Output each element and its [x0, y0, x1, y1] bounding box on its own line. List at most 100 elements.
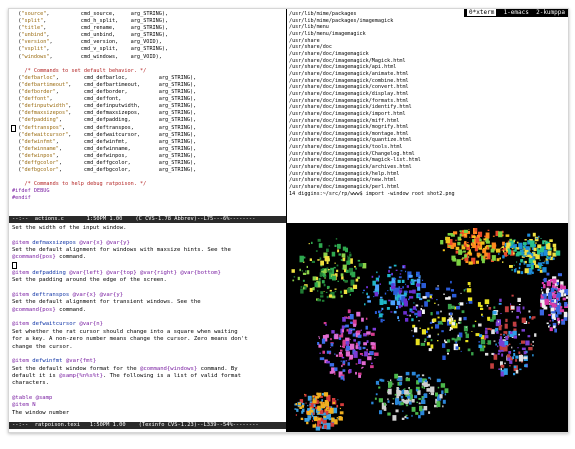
fractal-pixel: [408, 298, 410, 301]
fractal-pixel: [463, 316, 467, 321]
fractal-pixel: [505, 234, 510, 237]
window-bar-item[interactable]: 0*xterm: [467, 9, 497, 16]
fractal-pixel: [411, 311, 415, 314]
terminal-output[interactable]: /usr/lib/mime/packages/usr/lib/mime/pack…: [289, 11, 455, 197]
fractal-pixel: [556, 297, 559, 301]
code-line: ("deftranspos", cmd_deftranspos, arg_STR…: [12, 124, 197, 131]
fractal-pixel: [428, 348, 432, 352]
fractal-pixel: [405, 371, 410, 376]
fractal-pixel: [329, 289, 332, 292]
emacs-texinfo-pane[interactable]: Set the width of the input window. @item…: [9, 223, 286, 423]
fractal-pixel: [557, 303, 560, 305]
fractal-pixel: [489, 255, 491, 257]
fractal-pixel: [361, 354, 364, 356]
fractal-pixel: [492, 310, 497, 315]
fractal-pixel: [361, 317, 364, 322]
fractal-pixel: [442, 249, 445, 252]
fractal-pixel: [390, 274, 392, 276]
fractal-pixel: [480, 339, 486, 345]
fractal-pixel: [430, 344, 434, 349]
fractal-pixel: [467, 348, 471, 352]
fractal-pixel: [537, 268, 540, 271]
fractal-pixel: [459, 238, 462, 241]
fractal-pixel: [400, 402, 404, 406]
fractal-pixel: [421, 329, 426, 335]
fractal-pixel: [358, 358, 362, 364]
fractal-pixel: [415, 389, 419, 392]
texinfo-text[interactable]: Set the width of the input window. @item…: [12, 225, 248, 417]
fractal-pixel: [449, 329, 451, 331]
fractal-pixel: [509, 265, 513, 268]
fractal-pixel: [321, 399, 323, 402]
fractal-pixel: [532, 345, 534, 347]
fractal-pixel: [458, 332, 463, 338]
fractal-pixel: [470, 243, 473, 246]
fractal-pixel: [411, 400, 413, 403]
fractal-pixel: [341, 253, 346, 258]
fractal-pixel: [484, 299, 490, 305]
fractal-pixel: [496, 330, 499, 334]
emacs-actions-pane[interactable]: ("source", cmd_source, arg_STRING), ("sp…: [9, 9, 286, 223]
code-line: ("deffgcolor", cmd_deffgcolor, arg_STRIN…: [12, 159, 197, 166]
fractal-pixel: [483, 238, 487, 241]
fractal-pixel: [531, 271, 534, 274]
fractal-pixel: [405, 270, 407, 273]
fractal-pixel: [326, 295, 329, 299]
fractal-pixel: [506, 354, 511, 358]
fractal-pixel: [388, 299, 391, 302]
fractal-pixel: [401, 302, 404, 306]
fractal-pixel: [492, 235, 495, 237]
fractal-pixel: [512, 356, 515, 359]
code-line: ("defwinname", cmd_defwinname, arg_STRIN…: [12, 145, 197, 152]
code-line: ("unbind", cmd_unbind, arg_STRING),: [12, 32, 169, 39]
fractal-pixel: [352, 284, 358, 289]
fractal-pixel: [499, 298, 502, 302]
fractal-pixel: [334, 367, 338, 372]
fractal-pixel: [312, 287, 315, 291]
fractal-pixel: [450, 280, 452, 284]
fractal-pixel: [456, 306, 461, 310]
fractal-pixel: [349, 338, 351, 340]
fractal-pixel: [549, 279, 554, 282]
fractal-pixel: [318, 337, 320, 339]
fractal-pixel: [401, 279, 405, 283]
fractal-pixel: [509, 238, 513, 241]
fractal-pixel: [414, 312, 418, 316]
fractal-pixel: [455, 341, 458, 344]
fractal-pixel: [447, 339, 451, 343]
fractal-pixel: [424, 379, 428, 383]
xterm-pane[interactable]: /usr/lib/mime/packages/usr/lib/mime/pack…: [287, 9, 568, 223]
fractal-pixel: [430, 392, 434, 396]
kumppa-pane[interactable]: [287, 224, 568, 432]
fractal-pixel: [374, 352, 379, 356]
texinfo-line: @item defwaitcursor @var{n}: [12, 321, 103, 328]
fractal-pixel: [379, 298, 384, 305]
fractal-pixel: [490, 363, 494, 369]
fractal-pixel: [318, 243, 323, 248]
fractal-pixel: [518, 354, 524, 362]
fractal-pixel: [370, 352, 373, 354]
texinfo-line: Set the width of the input window.: [12, 225, 127, 231]
fractal-pixel: [325, 324, 327, 326]
fractal-pixel: [513, 246, 515, 249]
fractal-pixel: [334, 373, 336, 375]
fractal-pixel: [535, 242, 537, 244]
fractal-pixel: [317, 259, 320, 261]
fractal-pixel: [315, 396, 320, 399]
fractal-pixel: [347, 362, 350, 366]
fractal-pixel: [497, 353, 500, 355]
source-code-text[interactable]: ("source", cmd_source, arg_STRING), ("sp…: [12, 11, 196, 203]
fractal-pixel: [364, 351, 368, 357]
fractal-pixel: [383, 319, 385, 321]
window-bar-item[interactable]: 1-emacs: [504, 9, 529, 16]
fractal-pixel: [555, 288, 558, 291]
fractal-pixel: [548, 314, 551, 316]
fractal-pixel: [491, 255, 496, 261]
fractal-pixel: [413, 327, 418, 333]
window-bar-item[interactable]: 2-kumppa: [536, 9, 565, 16]
fractal-pixel: [405, 283, 407, 285]
fractal-pixel: [399, 381, 403, 386]
fractal-pixel: [408, 290, 413, 294]
fractal-pixel: [376, 271, 378, 274]
fractal-pixel: [370, 365, 374, 369]
